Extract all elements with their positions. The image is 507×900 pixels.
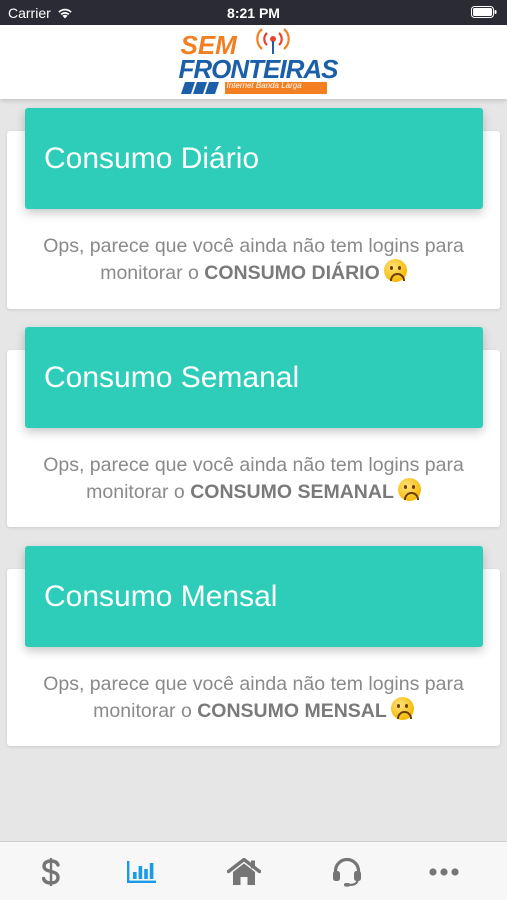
- clock: 8:21 PM: [227, 5, 280, 21]
- sad-face-icon: [390, 697, 414, 720]
- dollar-icon: [41, 857, 60, 886]
- empty-message-prefix: monitorar o: [86, 481, 185, 503]
- logo-tagline: Internet Banda Larga: [226, 81, 302, 90]
- monthly-usage-title: Consumo Mensal: [25, 546, 483, 647]
- daily-usage-title: Consumo Diário: [25, 108, 483, 209]
- antenna-icon: [255, 28, 290, 54]
- empty-message-prefix: monitorar o: [93, 700, 192, 722]
- tab-more[interactable]: [393, 842, 494, 900]
- monthly-usage-message: Ops, parece que você ainda não tem login…: [7, 671, 500, 724]
- brand-logo: SEM FRONTEIRAS Internet Banda Larga: [179, 28, 339, 96]
- tab-usage[interactable]: [90, 842, 191, 900]
- empty-message-text: Ops, parece que você ainda não tem login…: [43, 673, 464, 695]
- status-bar: Carrier 8:21 PM: [0, 0, 507, 25]
- empty-message-emphasis: CONSUMO DIÁRIO: [204, 262, 380, 284]
- home-icon: [226, 857, 261, 885]
- more-icon: [428, 867, 459, 876]
- weekly-usage-message: Ops, parece que você ainda não tem login…: [7, 452, 500, 505]
- empty-message-emphasis: CONSUMO MENSAL: [197, 700, 387, 722]
- weekly-usage-title: Consumo Semanal: [25, 327, 483, 428]
- empty-message-text: Ops, parece que você ainda não tem login…: [43, 454, 464, 476]
- daily-usage-message: Ops, parece que você ainda não tem login…: [7, 233, 500, 286]
- sad-face-icon: [397, 478, 421, 501]
- tab-financial[interactable]: [0, 842, 101, 900]
- empty-message-emphasis: CONSUMO SEMANAL: [190, 481, 394, 503]
- tab-bar: [0, 841, 507, 900]
- empty-message-text: Ops, parece que você ainda não tem login…: [43, 235, 464, 257]
- bar-chart-icon: [126, 860, 156, 883]
- empty-message-prefix: monitorar o: [100, 262, 199, 284]
- tab-home[interactable]: [193, 842, 294, 900]
- sad-face-icon: [383, 259, 407, 282]
- tab-support[interactable]: [296, 842, 397, 900]
- battery-icon: [471, 6, 497, 18]
- headset-icon: [332, 857, 361, 887]
- app-header: SEM FRONTEIRAS Internet Banda Larga: [0, 25, 507, 99]
